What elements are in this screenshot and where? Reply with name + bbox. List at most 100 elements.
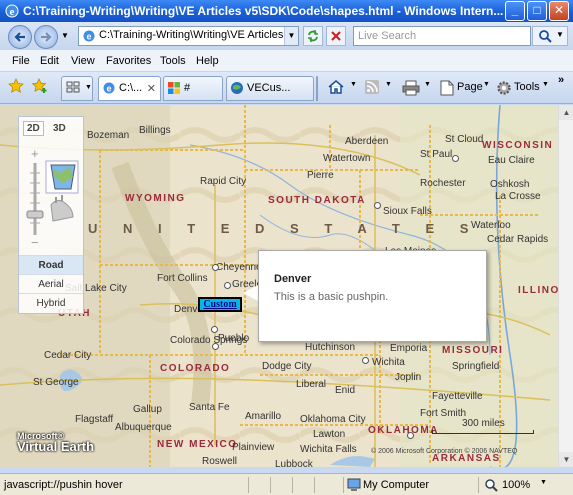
search-button[interactable]: ▼ xyxy=(532,26,568,46)
maximize-button[interactable]: □ xyxy=(527,1,547,21)
minimize-button[interactable]: _ xyxy=(505,1,525,21)
state-label: OKLAHOMA xyxy=(368,425,439,436)
menu-edit[interactable]: Edit xyxy=(40,55,59,67)
view-2d-button[interactable]: 2D xyxy=(23,121,44,136)
status-bar: javascript://pushin hover My Computer 10… xyxy=(0,473,573,495)
view-3d-button[interactable]: 3D xyxy=(53,123,66,134)
city-label: Flagstaff xyxy=(75,414,114,425)
tab-vecus[interactable]: VECus... xyxy=(226,76,314,101)
infobox-title: Denver xyxy=(274,273,312,285)
city-label: Bozeman xyxy=(87,130,130,141)
zoom-level[interactable]: 100% xyxy=(502,479,530,491)
quick-tabs-icon xyxy=(66,81,80,93)
scale-label: 300 miles xyxy=(462,418,505,429)
tools-dropdown-icon[interactable]: ▼ xyxy=(542,81,549,88)
custom-pushpin[interactable]: Custom xyxy=(198,297,242,312)
city-label: Liberal xyxy=(296,379,327,390)
hybrid-mode-button[interactable]: Hybrid xyxy=(19,293,83,312)
zoom-compass-widget: + − xyxy=(26,146,79,250)
state-label: WYOMING xyxy=(125,193,186,204)
search-input[interactable]: Live Search xyxy=(353,26,531,46)
city-label: Springfield xyxy=(452,361,500,372)
state-label: SOUTH DAKOTA xyxy=(268,195,366,206)
page-dropdown-icon[interactable]: ▼ xyxy=(483,81,490,88)
menu-view[interactable]: View xyxy=(71,55,95,67)
city-marker xyxy=(211,326,218,333)
zoom-dropdown-icon[interactable]: ▼ xyxy=(540,479,547,486)
city-label: Emporia xyxy=(390,343,428,354)
city-marker xyxy=(374,202,381,209)
tab-list-dropdown-icon[interactable]: ▼ xyxy=(85,84,92,91)
city-label: La Crosse xyxy=(495,191,541,202)
city-marker xyxy=(212,264,219,271)
state-label: MISSOURI xyxy=(442,345,504,356)
aerial-mode-button[interactable]: Aerial xyxy=(19,274,83,293)
windows-flag-icon xyxy=(168,82,180,94)
home-icon[interactable] xyxy=(327,79,345,95)
favorites-star-icon[interactable] xyxy=(8,78,24,94)
menu-file[interactable]: File xyxy=(12,55,30,67)
tab-hash[interactable]: # xyxy=(163,76,223,101)
city-label: Lawton xyxy=(313,429,346,440)
city-label: Pueblo xyxy=(218,333,250,344)
tab-bar: ▼ e C:\... ✕ # VECus... ▼ ▼ ▼ Page ▼ Too… xyxy=(0,72,573,104)
city-label: Wichita Falls xyxy=(300,444,357,455)
menu-favorites[interactable]: Favorites xyxy=(106,55,151,67)
city-label: Gallup xyxy=(133,404,162,415)
city-label: Plainview xyxy=(232,442,275,453)
city-label: Billings xyxy=(139,125,171,136)
address-dropdown-icon[interactable]: ▼ xyxy=(284,27,298,45)
toolbar-overflow-button[interactable]: » xyxy=(558,74,564,86)
city-marker xyxy=(452,155,459,162)
country-label: U N I T E D S T A T E S xyxy=(88,221,480,236)
scroll-up-arrow[interactable]: ▲ xyxy=(559,105,573,120)
tab-shapes[interactable]: e C:\... ✕ xyxy=(98,76,161,101)
svg-text:e: e xyxy=(106,84,111,94)
new-tab-slot xyxy=(316,76,318,101)
address-bar: ▼ e C:\Training-Writing\Writing\VE Artic… xyxy=(0,22,573,50)
forward-button[interactable] xyxy=(34,25,58,49)
feeds-icon[interactable] xyxy=(365,80,379,94)
refresh-icon xyxy=(308,30,318,42)
home-dropdown-icon[interactable]: ▼ xyxy=(350,81,357,88)
tools-menu[interactable]: Tools xyxy=(514,81,540,93)
city-label: Oshkosh xyxy=(490,179,530,190)
address-field[interactable]: e C:\Training-Writing\Writing\VE Article… xyxy=(78,26,299,46)
city-label: Enid xyxy=(335,385,356,396)
history-dropdown-icon[interactable]: ▼ xyxy=(61,31,69,40)
status-text: javascript://pushin hover xyxy=(4,479,123,491)
close-tab-icon[interactable]: ✕ xyxy=(147,82,156,95)
popup-pointer xyxy=(243,285,258,301)
back-button[interactable] xyxy=(8,25,32,49)
city-label: Wichita xyxy=(372,357,405,368)
state-label: NEW MEXICO xyxy=(157,439,238,450)
virtual-earth-icon xyxy=(231,82,243,94)
vertical-scrollbar[interactable]: ▲ ▼ xyxy=(558,105,573,467)
print-icon[interactable] xyxy=(402,80,420,96)
city-label: Watertown xyxy=(323,153,371,164)
menu-tools[interactable]: Tools xyxy=(160,55,186,67)
quick-tabs-button[interactable]: ▼ xyxy=(61,76,93,101)
menu-help[interactable]: Help xyxy=(196,55,219,67)
city-label: Eau Claire xyxy=(488,155,535,166)
city-label: Cedar City xyxy=(44,350,92,361)
ie-page-icon: e xyxy=(103,82,115,94)
add-favorites-icon[interactable] xyxy=(32,78,48,94)
feeds-dropdown-icon[interactable]: ▼ xyxy=(385,81,392,88)
close-window-button[interactable]: ✕ xyxy=(549,1,569,21)
map-navigation-control: 2D 3D + − Road Aerial Hybrid xyxy=(18,116,84,314)
city-label: Rapid City xyxy=(200,176,247,187)
road-mode-button[interactable]: Road xyxy=(19,255,83,274)
city-label: Sioux Falls xyxy=(383,206,432,217)
page-menu[interactable]: Page xyxy=(457,81,483,93)
scroll-down-arrow[interactable]: ▼ xyxy=(559,452,573,467)
map-copyright: © 2006 Microsoft Corporation © 2006 NAVT… xyxy=(371,448,518,455)
search-dropdown-icon[interactable]: ▼ xyxy=(556,30,564,39)
svg-text:−: − xyxy=(31,235,39,250)
print-dropdown-icon[interactable]: ▼ xyxy=(424,81,431,88)
pushpin-infobox: Denver This is a basic pushpin. xyxy=(258,250,487,342)
refresh-button[interactable] xyxy=(303,26,323,46)
city-label: Pierre xyxy=(307,170,334,181)
city-marker xyxy=(212,343,219,350)
stop-button[interactable] xyxy=(326,26,346,46)
